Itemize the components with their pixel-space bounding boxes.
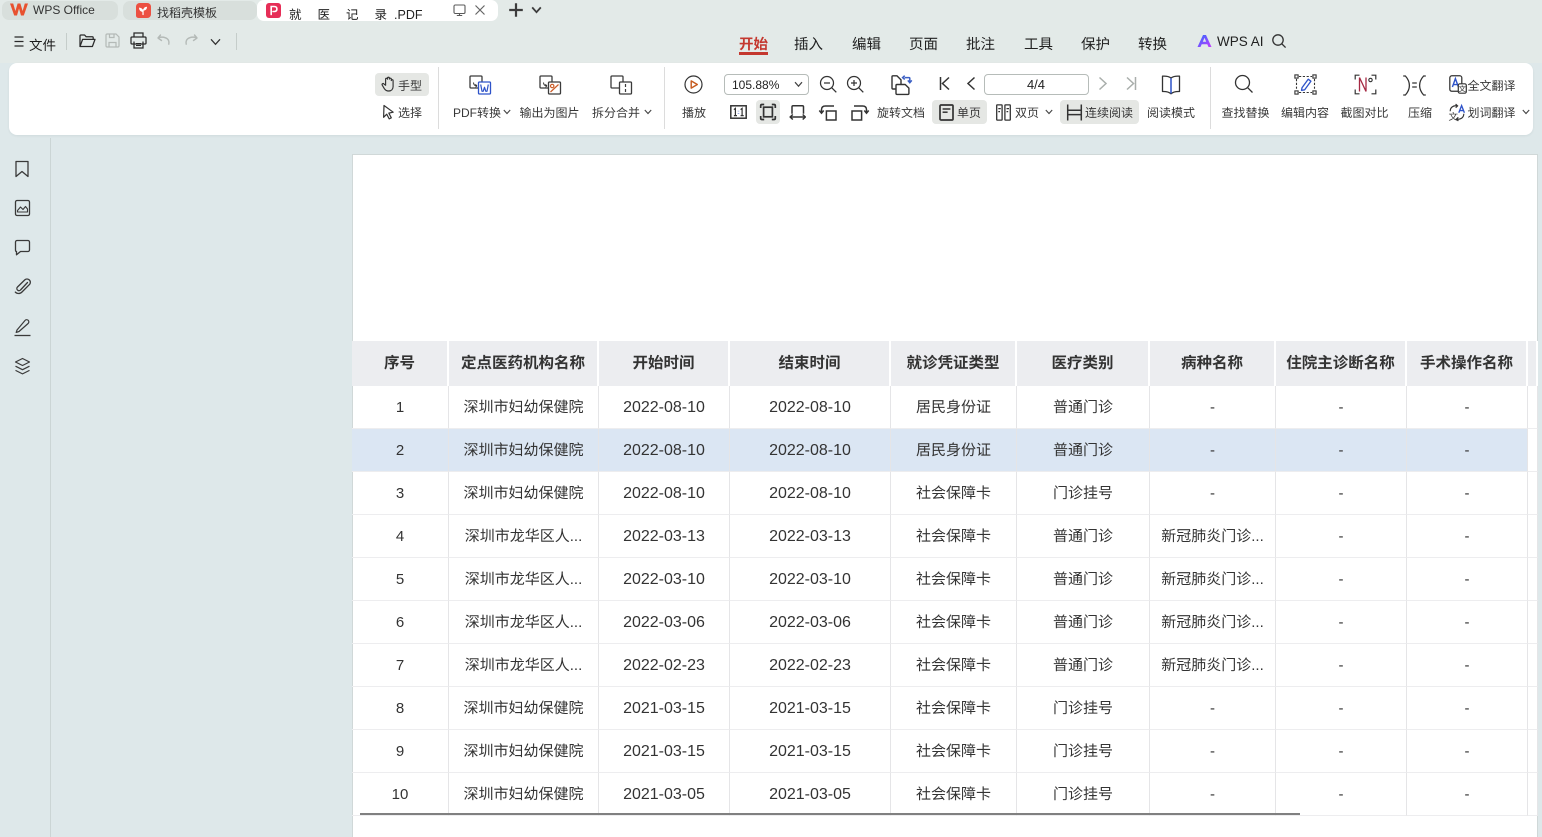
svg-text:文: 文 bbox=[1459, 83, 1467, 94]
svg-text:文: 文 bbox=[1449, 109, 1459, 122]
